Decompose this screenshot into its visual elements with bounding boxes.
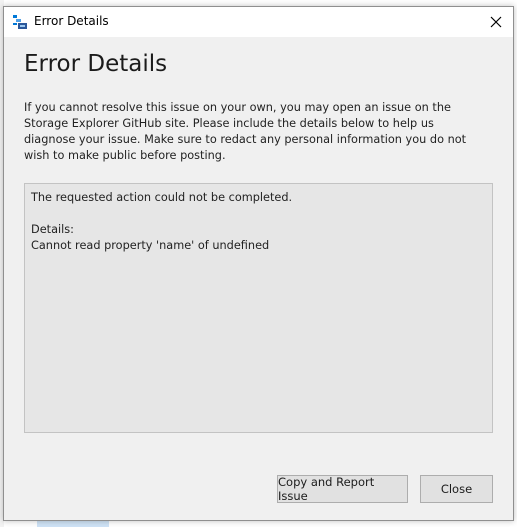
error-description: If you cannot resolve this issue on your…	[24, 101, 467, 162]
details-line-blank	[31, 206, 486, 222]
error-details-text-area[interactable]: The requested action could not be comple…	[24, 183, 493, 433]
page-title: Error Details	[24, 51, 168, 77]
close-icon	[490, 16, 502, 28]
details-line-message: The requested action could not be comple…	[31, 191, 293, 204]
copy-and-report-issue-button[interactable]: Copy and Report Issue	[277, 475, 408, 503]
storage-explorer-icon	[13, 15, 27, 29]
title-bar[interactable]: Error Details	[4, 7, 513, 37]
close-window-button[interactable]	[479, 7, 513, 37]
details-line-error: Cannot read property 'name' of undefined	[31, 239, 270, 252]
background-app-selection	[37, 520, 109, 527]
details-line-label: Details:	[31, 223, 74, 236]
window-title: Error Details	[34, 14, 109, 28]
close-button[interactable]: Close	[420, 475, 493, 503]
error-details-dialog: Error Details Error Details If you canno…	[3, 6, 514, 521]
